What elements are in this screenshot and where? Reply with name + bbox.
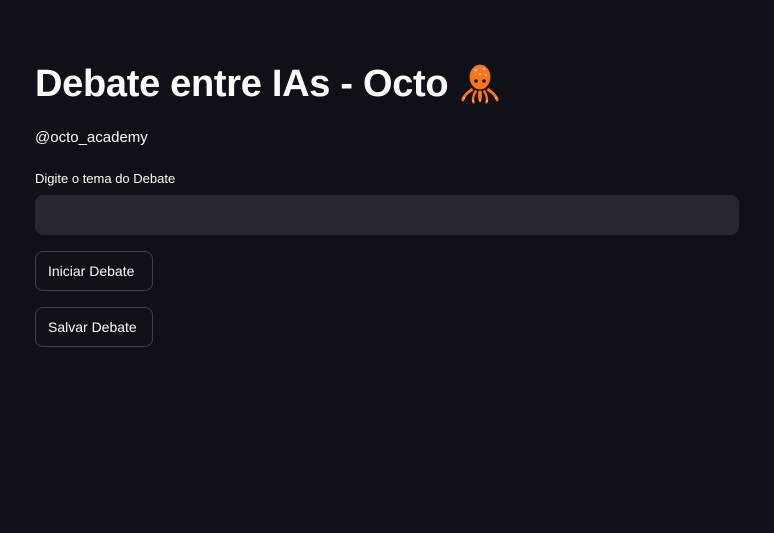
save-debate-button[interactable]: Salvar Debate — [35, 307, 153, 347]
app-main: Debate entre IAs - Octo @octo_academy Di… — [0, 0, 774, 533]
octopus-icon — [458, 61, 502, 107]
topic-input-label: Digite o tema do Debate — [35, 171, 176, 186]
subtitle-handle: @octo_academy — [35, 129, 148, 146]
page-title-row: Debate entre IAs - Octo — [35, 58, 502, 110]
page-title: Debate entre IAs - Octo — [35, 62, 449, 105]
topic-input[interactable] — [35, 195, 739, 235]
start-debate-button[interactable]: Iniciar Debate — [35, 251, 153, 291]
